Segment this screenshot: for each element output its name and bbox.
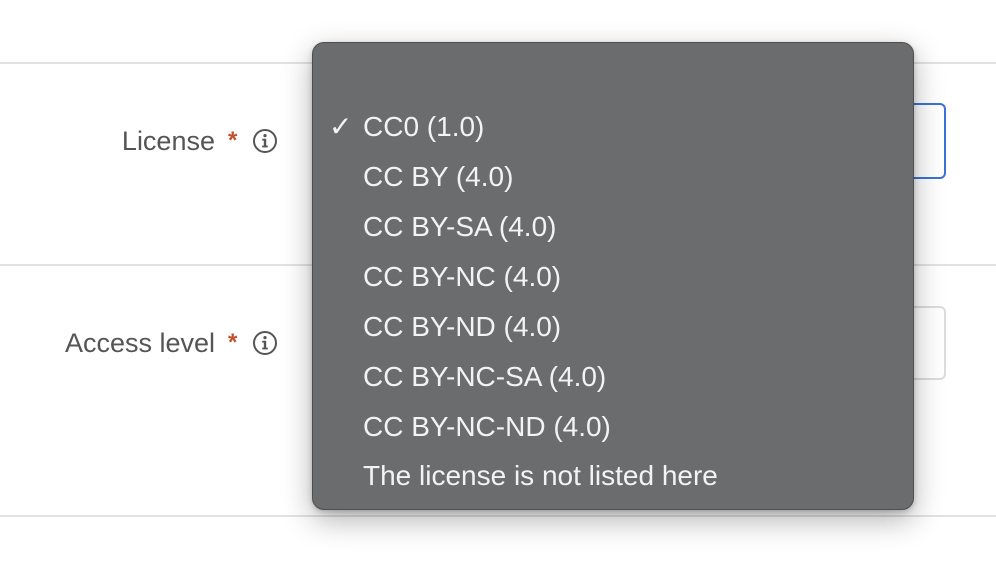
dropdown-option-cc0[interactable]: CC0 (1.0) [363, 110, 484, 144]
license-required-asterisk: * [228, 127, 238, 154]
license-form-page: License * Access level * ✓ CC0 (1.0) CC … [0, 0, 996, 564]
dropdown-option-cc-by-nc-sa[interactable]: CC BY-NC-SA (4.0) [363, 360, 606, 394]
dropdown-option-cc-by-sa[interactable]: CC BY-SA (4.0) [363, 210, 556, 244]
dropdown-option-cc-by-nc[interactable]: CC BY-NC (4.0) [363, 260, 561, 294]
info-circle-icon[interactable] [252, 330, 278, 356]
dropdown-option-cc-by-nd[interactable]: CC BY-ND (4.0) [363, 310, 561, 344]
row-divider-bottom [0, 515, 996, 517]
license-label: License [121, 126, 215, 156]
dropdown-option-not-listed[interactable]: The license is not listed here [363, 459, 718, 493]
access-level-required-asterisk: * [228, 329, 238, 356]
dropdown-option-cc-by[interactable]: CC BY (4.0) [363, 160, 513, 194]
dropdown-option-cc-by-nc-nd[interactable]: CC BY-NC-ND (4.0) [363, 410, 611, 444]
checkmark-icon: ✓ [329, 111, 353, 142]
info-circle-icon[interactable] [252, 128, 278, 154]
access-level-label: Access level [64, 328, 215, 358]
license-dropdown-menu[interactable]: ✓ CC0 (1.0) CC BY (4.0) CC BY-SA (4.0) C… [312, 42, 914, 510]
